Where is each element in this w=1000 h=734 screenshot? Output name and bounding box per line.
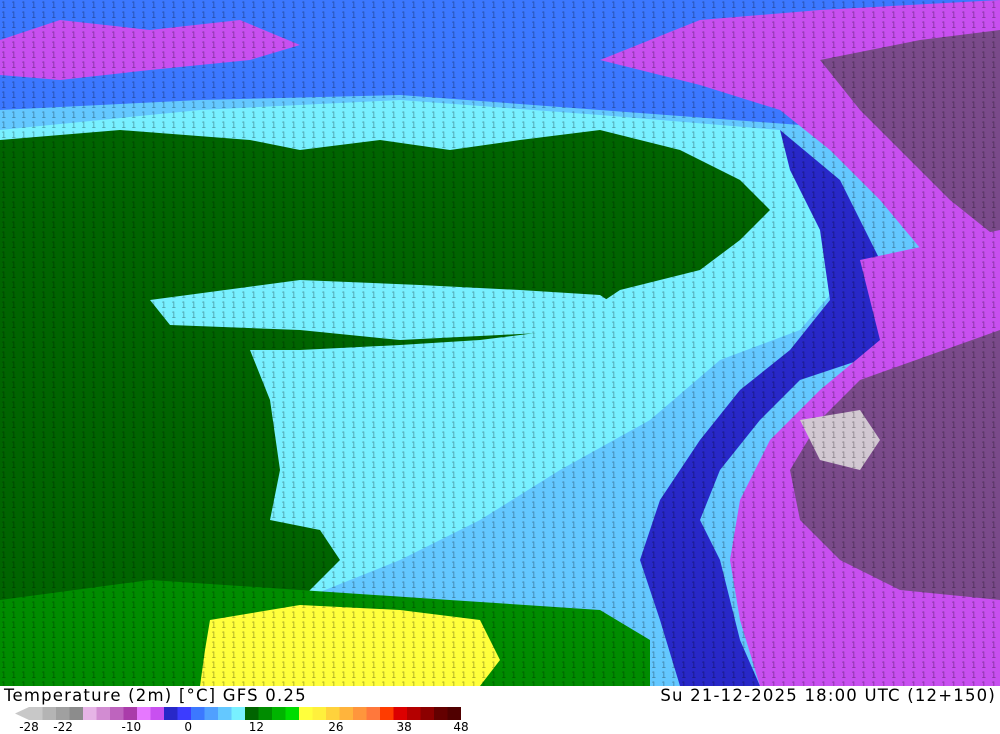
colorbar-swatch <box>366 707 381 720</box>
map-graphic: 1 <box>0 0 1000 686</box>
map-footer: Temperature (2m) [°C] GFS 0.25 Su 21-12-… <box>0 686 1000 734</box>
colorbar-swatch <box>434 707 448 720</box>
colorbar-swatch <box>177 707 192 720</box>
colorbar-swatch <box>299 707 313 720</box>
colorbar-swatch <box>407 707 421 720</box>
colorbar-tick-label: 0 <box>184 720 192 734</box>
colorbar-swatch <box>326 707 340 720</box>
map-title: Temperature (2m) [°C] GFS 0.25 <box>4 686 307 705</box>
colorbar-swatch <box>231 707 246 720</box>
temperature-map: 1 <box>0 0 1000 686</box>
colorbar-tick-label: -10 <box>121 720 142 734</box>
colorbar-swatch <box>204 707 219 720</box>
colorbar-swatch <box>96 707 111 720</box>
colorbar-tick-label: -22 <box>53 720 73 734</box>
colorbar-swatch <box>380 707 394 720</box>
colorbar-swatch <box>83 707 97 720</box>
colorbar-swatch <box>150 707 165 720</box>
colorbar-swatch <box>69 707 84 720</box>
value-grid-overlay <box>0 0 1000 686</box>
colorbar-swatch <box>312 707 327 720</box>
colorbar-swatch <box>123 707 138 720</box>
colorbar-swatch <box>258 707 273 720</box>
colorbar-tick-label: 38 <box>396 720 412 734</box>
colorbar-swatch <box>164 707 178 720</box>
colorbar-swatch <box>447 707 461 720</box>
colorbar-swatch <box>110 707 124 720</box>
colorbar-left-arrow <box>15 707 29 720</box>
colorbar-swatch <box>42 707 57 720</box>
colorbar-swatch <box>420 707 435 720</box>
colorbar-swatch <box>245 707 259 720</box>
colorbar-swatch <box>29 707 43 720</box>
colorbar-swatch <box>393 707 408 720</box>
colorbar-swatch <box>137 707 151 720</box>
colorbar-tick-label: -28 <box>19 720 39 734</box>
colorbar-swatch <box>218 707 232 720</box>
colorbar-tick-label: 12 <box>248 720 264 734</box>
colorbar-swatch <box>339 707 354 720</box>
colorbar-tick-label: 26 <box>328 720 344 734</box>
colorbar-swatch <box>285 707 300 720</box>
colorbar-tick-label: 48 <box>453 720 469 734</box>
forecast-time: Su 21-12-2025 18:00 UTC (12+150) <box>660 686 996 705</box>
colorbar-swatch <box>191 707 205 720</box>
colorbar-swatch <box>353 707 367 720</box>
colorbar-swatch <box>272 707 286 720</box>
colorbar-swatch <box>56 707 70 720</box>
color-scale-bar <box>15 707 461 720</box>
